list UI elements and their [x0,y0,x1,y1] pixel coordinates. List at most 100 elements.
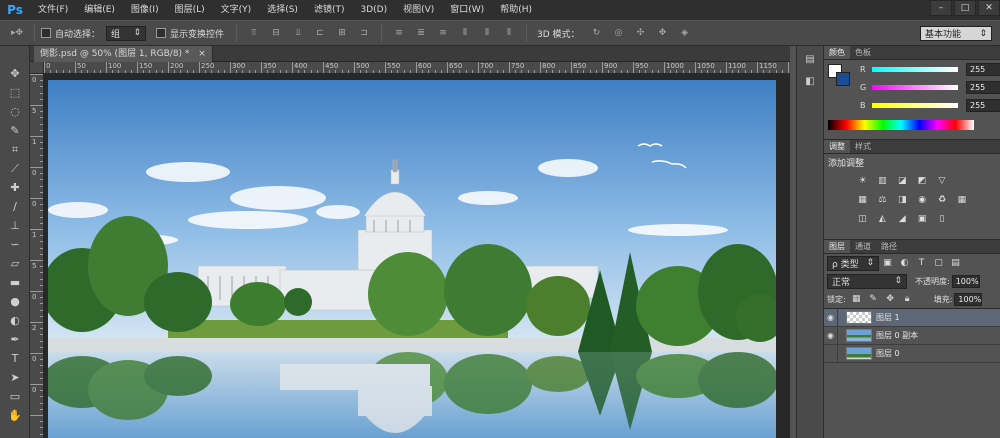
distribute-vcenter-icon[interactable]: ≣ [414,27,428,39]
filter-type-icon[interactable]: T [916,258,927,269]
distribute-bottom-icon[interactable]: ≡ [436,27,450,39]
menu-edit[interactable]: 编辑(E) [76,0,123,20]
color-balance-icon[interactable]: ⚖ [877,195,888,206]
type-tool-icon[interactable]: T [0,349,30,368]
move-tool-preset-icon[interactable]: ▸✥ [10,27,24,39]
menu-type[interactable]: 文字(Y) [213,0,260,20]
3d-drag-icon[interactable]: ✣ [634,27,648,39]
layer-filter-dropdown[interactable]: ρ 类型 ⇕ [827,255,879,271]
crop-tool-icon[interactable]: ⌗ [0,140,30,159]
tab-adjustments[interactable]: 调整 [824,140,850,153]
gradient-tool-icon[interactable]: ▬ [0,273,30,292]
visibility-eye-icon[interactable]: ◉ [824,326,838,345]
canvas-area[interactable] [44,74,790,438]
align-hcenter-icon[interactable]: ⊞ [335,27,349,39]
green-slider[interactable] [872,84,958,90]
minimize-button[interactable]: – [930,0,952,16]
levels-icon[interactable]: ▥ [877,176,888,187]
move-tool-icon[interactable]: ✥ [0,64,30,83]
curves-icon[interactable]: ◪ [897,176,908,187]
filter-smart-icon[interactable]: ▤ [950,258,961,269]
hue-saturation-icon[interactable]: ▦ [857,195,868,206]
background-color-swatch[interactable] [836,72,850,86]
vertical-ruler[interactable]: 05100150200 [30,74,44,438]
close-window-button[interactable]: ✕ [978,0,1000,16]
history-panel-icon[interactable]: ▤ [801,52,819,68]
workspace-dropdown[interactable]: 基本功能 ⇕ [920,26,992,41]
blue-value[interactable]: 255 [966,98,1000,112]
properties-panel-icon[interactable]: ◧ [801,74,819,90]
maximize-button[interactable]: □ [954,0,976,16]
path-select-tool-icon[interactable]: ➤ [0,368,30,387]
align-left-icon[interactable]: ⊏ [313,27,327,39]
visibility-off-box[interactable] [824,344,838,363]
black-white-icon[interactable]: ◨ [897,195,908,206]
align-top-icon[interactable]: ⫪ [247,27,261,39]
eyedropper-tool-icon[interactable]: ⟋ [0,159,30,178]
tab-close-icon[interactable]: × [198,49,206,59]
align-bottom-icon[interactable]: ⫫ [291,27,305,39]
document-tab[interactable]: 倒影.psd @ 50% (图层 1, RGB/8) * × [34,46,213,62]
brightness-icon[interactable]: ☀ [857,176,868,187]
menu-image[interactable]: 图像(I) [123,0,167,20]
selective-color-icon[interactable]: ▣ [917,214,928,225]
layer-row[interactable]: ◉ 图层 0 副本 [824,326,1000,345]
tab-channels[interactable]: 通道 [850,240,876,253]
eraser-tool-icon[interactable]: ▱ [0,254,30,273]
lock-transparent-icon[interactable]: ▦ [851,294,862,305]
clone-stamp-tool-icon[interactable]: ⊥ [0,216,30,235]
posterize-icon[interactable]: ◭ [877,214,888,225]
hand-tool-icon[interactable]: ✋ [0,406,30,425]
photo-filter-icon[interactable]: ◉ [917,195,928,206]
ruler-origin[interactable] [30,62,44,74]
brush-tool-icon[interactable]: ∕ [0,197,30,216]
marquee-tool-icon[interactable]: ⬚ [0,83,30,102]
tab-swatches[interactable]: 色板 [850,46,876,59]
fill-value[interactable]: 100% [954,292,983,306]
menu-view[interactable]: 视图(V) [395,0,442,20]
document-image[interactable] [48,80,776,438]
blend-mode-dropdown[interactable]: 正常 ⇕ [827,273,907,289]
menu-3d[interactable]: 3D(D) [352,0,395,20]
distribute-right-icon[interactable]: ⦀ [502,27,516,39]
tab-styles[interactable]: 样式 [850,140,876,153]
blue-slider[interactable] [872,102,958,108]
color-spectrum-bar[interactable] [828,120,974,130]
auto-select-dropdown[interactable]: 组 ⇕ [106,25,147,41]
filter-adjust-icon[interactable]: ◐ [899,258,910,269]
distribute-left-icon[interactable]: ⦀ [458,27,472,39]
filter-pixel-icon[interactable]: ▣ [882,258,893,269]
exposure-icon[interactable]: ◩ [917,176,928,187]
healing-brush-tool-icon[interactable]: ✚ [0,178,30,197]
3d-slide-icon[interactable]: ✥ [656,27,670,39]
menu-layer[interactable]: 图层(L) [167,0,213,20]
tab-layers[interactable]: 图层 [824,240,850,253]
rectangle-tool-icon[interactable]: ▭ [0,387,30,406]
lock-image-icon[interactable]: ✎ [868,294,879,305]
invert-icon[interactable]: ◫ [857,214,868,225]
filter-shape-icon[interactable]: ▢ [933,258,944,269]
history-brush-tool-icon[interactable]: ∽ [0,235,30,254]
distribute-hcenter-icon[interactable]: ⫴ [480,27,494,39]
channel-mixer-icon[interactable]: ♻ [937,195,948,206]
dodge-tool-icon[interactable]: ◐ [0,311,30,330]
3d-rotate-icon[interactable]: ↻ [590,27,604,39]
pen-tool-icon[interactable]: ✒ [0,330,30,349]
show-transform-checkbox[interactable] [156,28,167,38]
lasso-tool-icon[interactable]: ◌ [0,102,30,121]
align-right-icon[interactable]: ⊐ [357,27,371,39]
menu-window[interactable]: 窗口(W) [442,0,492,20]
menu-file[interactable]: 文件(F) [30,0,76,20]
menu-select[interactable]: 选择(S) [259,0,306,20]
red-slider[interactable] [872,66,958,72]
lock-position-icon[interactable]: ✥ [885,294,896,305]
menu-filter[interactable]: 滤镜(T) [306,0,353,20]
3d-roll-icon[interactable]: ◎ [612,27,626,39]
red-value[interactable]: 255 [966,62,1000,76]
align-vcenter-icon[interactable]: ⊟ [269,27,283,39]
blur-tool-icon[interactable]: ● [0,292,30,311]
lock-all-icon[interactable]: 🔒︎ [902,294,913,305]
distribute-top-icon[interactable]: ≡ [392,27,406,39]
horizontal-ruler[interactable]: 0 50 100 150 200 250 300 350 400 450 500 550 600 650 7… [44,62,790,74]
color-lookup-icon[interactable]: ▦ [956,195,967,206]
